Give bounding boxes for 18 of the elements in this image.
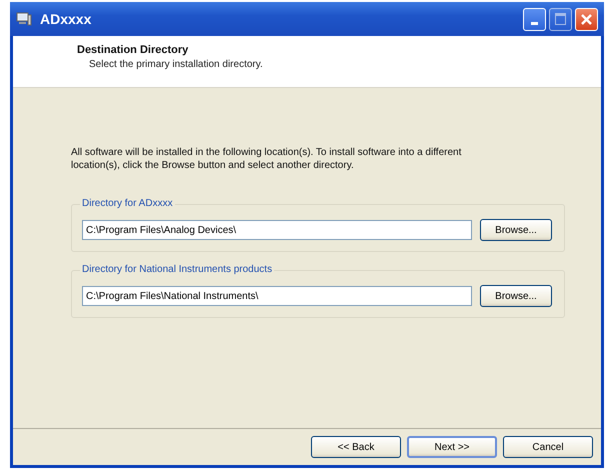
page-subtitle: Select the primary installation directory. bbox=[89, 59, 264, 70]
close-button[interactable] bbox=[575, 8, 598, 30]
description-text: All software will be installed in the following location(s). To install software into a different location(s), click the Browse button and select another directory. bbox=[71, 146, 462, 172]
wizard-button[interactable]: Next >> bbox=[407, 436, 497, 458]
minimize-button[interactable] bbox=[523, 8, 546, 30]
group-label: Directory for National Instruments products bbox=[80, 264, 274, 275]
wizard-button[interactable]: << Back bbox=[311, 436, 401, 458]
browse-button[interactable]: Browse... bbox=[480, 285, 552, 307]
directory-field[interactable]: C:\Program Files\Analog Devices\ bbox=[82, 220, 472, 240]
browse-button[interactable]: Browse... bbox=[480, 219, 552, 241]
window-title: ADxxxx bbox=[40, 11, 92, 27]
close-icon bbox=[580, 12, 593, 26]
group-label: Directory for ADxxxx bbox=[80, 198, 175, 209]
page-title: Destination Directory bbox=[77, 44, 190, 56]
directory-field[interactable]: C:\Program Files\National Instruments\ bbox=[82, 286, 472, 306]
computer-icon bbox=[16, 12, 32, 26]
wizard-button[interactable]: Cancel bbox=[503, 436, 593, 458]
maximize-button[interactable] bbox=[549, 8, 572, 30]
